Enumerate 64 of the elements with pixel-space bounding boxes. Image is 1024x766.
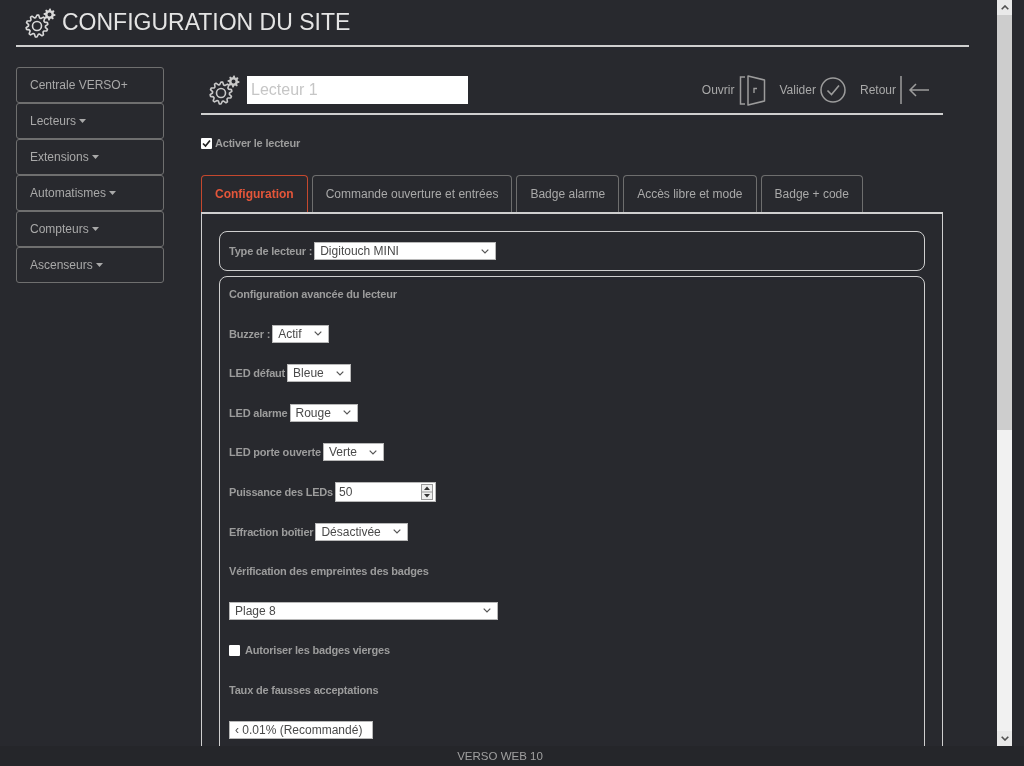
checkbox[interactable] <box>229 644 240 656</box>
sidebar-item[interactable]: Extensions <box>16 139 164 175</box>
dropdown[interactable]: Rouge <box>289 403 358 422</box>
scroll-down-button[interactable] <box>997 731 1012 746</box>
gears-icon <box>24 7 56 38</box>
reader-name-field[interactable]: Lecteur 1 <box>247 76 468 104</box>
gears-icon <box>208 75 240 105</box>
field-label: LED porte ouverte <box>229 446 321 459</box>
check-circle-icon <box>819 77 846 103</box>
chevron-down-icon <box>369 449 377 455</box>
scrollbar-track[interactable] <box>997 0 1012 746</box>
sidebar-item[interactable]: Compteurs <box>16 211 164 247</box>
back-button[interactable]: Retour <box>859 76 930 104</box>
field-label: Buzzer : <box>229 327 271 340</box>
sidebar-item[interactable]: Ascenseurs <box>16 247 164 283</box>
checkbox-label: Autoriser les badges vierges <box>245 644 390 657</box>
sidebar-item[interactable]: Automatismes <box>16 175 164 211</box>
sidebar-item[interactable]: Centrale VERSO+ <box>16 67 164 103</box>
open-button[interactable]: Ouvrir <box>701 74 766 106</box>
dropdown[interactable]: Actif <box>272 324 329 343</box>
field-label: Puissance des LEDs <box>229 485 333 498</box>
section-heading: Vérification des empreintes des badges <box>229 565 429 578</box>
dropdown[interactable]: Plage 8 <box>229 601 498 620</box>
caret-up-icon <box>1000 5 1009 10</box>
dropdown[interactable]: ‹ 0.01% (Recommandé) <box>229 720 373 739</box>
caret-down-icon <box>95 263 103 267</box>
dropdown[interactable]: Digitouch MINI <box>314 242 497 260</box>
fieldset-title: Configuration avancée du lecteur <box>229 288 397 300</box>
arrow-left-icon <box>900 76 930 104</box>
spinner-icon <box>421 483 433 500</box>
caret-down-icon <box>91 227 99 231</box>
scrollbar-thumb[interactable] <box>997 15 1012 430</box>
footer-text: VERSO WEB 10 <box>457 750 543 762</box>
chevron-down-icon <box>335 370 344 376</box>
caret-down-icon <box>91 155 99 159</box>
field-label: LED défaut <box>229 367 286 380</box>
dropdown[interactable]: Verte <box>322 443 384 462</box>
door-icon <box>738 74 766 106</box>
dropdown[interactable]: Bleue <box>287 364 351 383</box>
dropdown[interactable]: Désactivée <box>315 522 408 541</box>
tab[interactable]: Commande ouverture et entrées <box>311 175 513 212</box>
tab[interactable]: Badge + code <box>760 175 863 212</box>
chevron-down-icon <box>483 608 491 614</box>
chevron-down-icon <box>313 331 322 337</box>
field-label: LED alarme <box>229 406 288 419</box>
page-title: CONFIGURATION DU SITE <box>62 9 351 36</box>
chevron-down-icon <box>342 410 351 416</box>
sidebar-item[interactable]: Lecteurs <box>16 103 164 139</box>
tab[interactable]: Accès libre et mode <box>623 175 757 212</box>
chevron-down-icon <box>392 529 401 535</box>
validate-button[interactable]: Valider <box>779 77 846 103</box>
caret-down-icon <box>79 119 87 123</box>
field-label: Type de lecteur : <box>229 245 313 257</box>
tab[interactable]: Badge alarme <box>516 175 620 212</box>
field-label: Effraction boîtier <box>229 525 314 538</box>
checkbox[interactable] <box>201 137 212 149</box>
caret-down-icon <box>1000 736 1009 741</box>
caret-down-icon <box>109 191 117 195</box>
scroll-up-button[interactable] <box>997 0 1012 15</box>
chevron-down-icon <box>481 248 490 254</box>
tab[interactable]: Configuration <box>201 175 308 212</box>
number-field[interactable]: 50 <box>335 481 436 502</box>
checkbox-label: Activer le lecteur <box>215 137 301 149</box>
section-heading: Taux de fausses acceptations <box>229 683 379 696</box>
